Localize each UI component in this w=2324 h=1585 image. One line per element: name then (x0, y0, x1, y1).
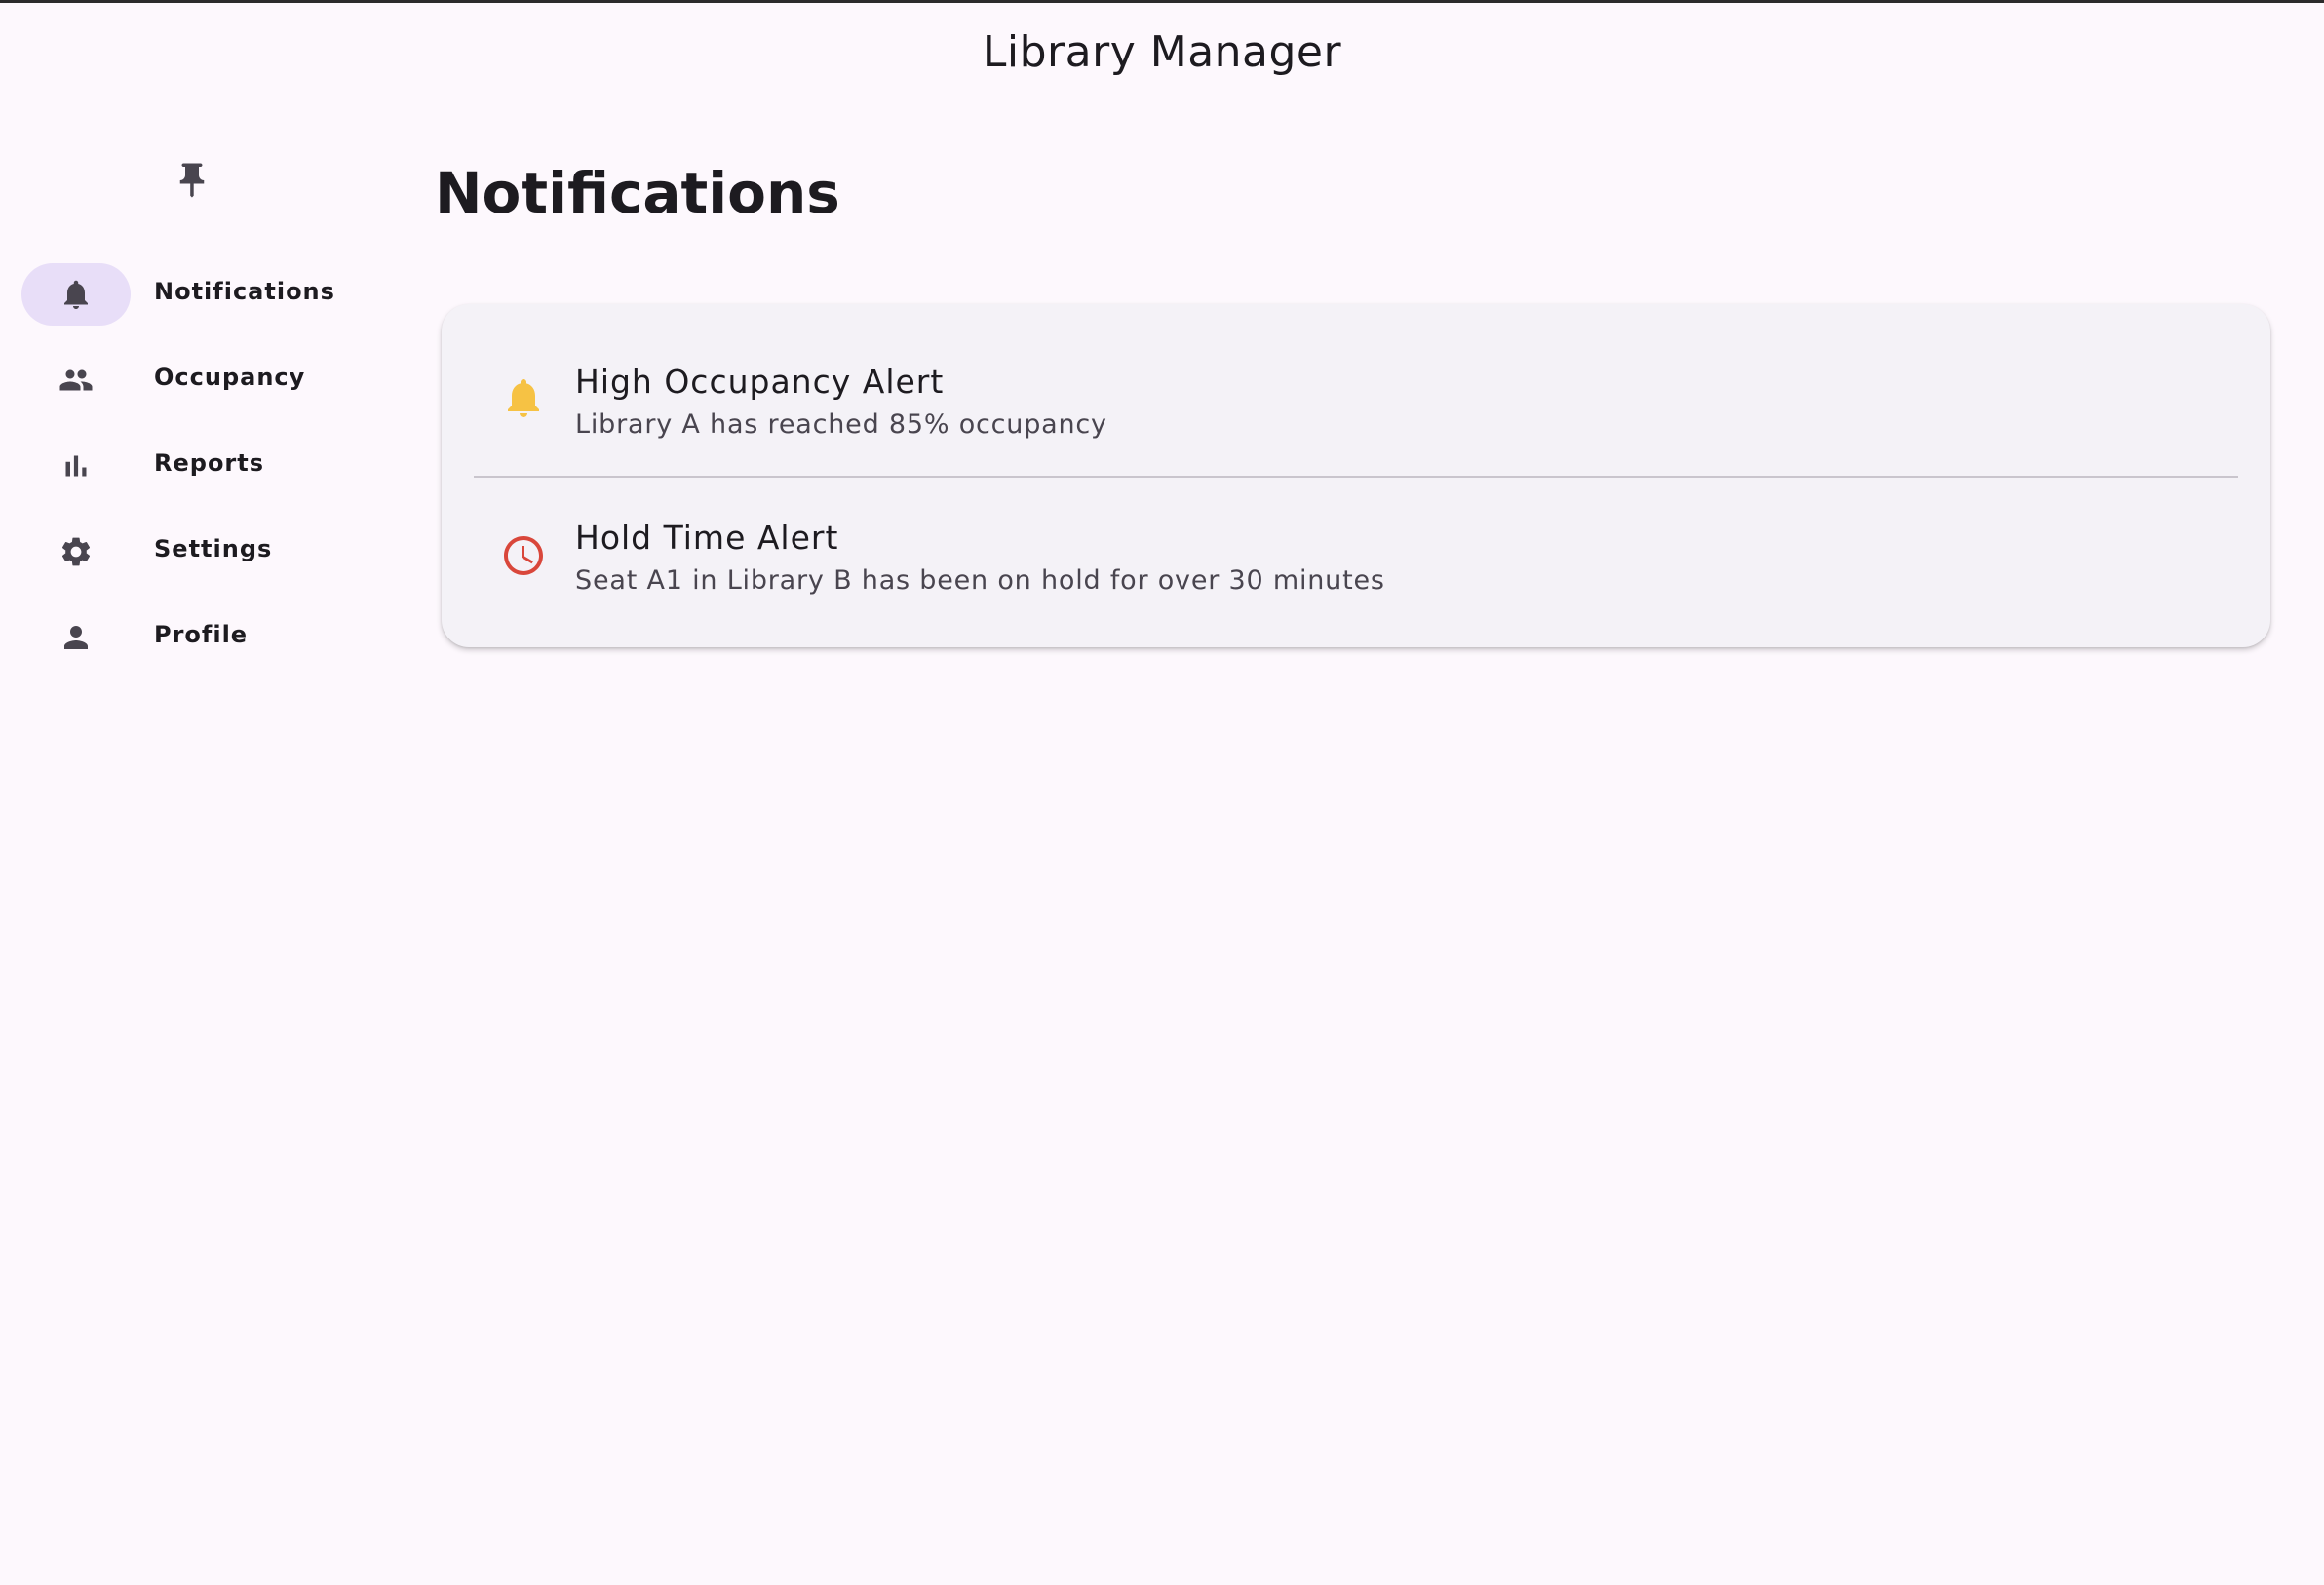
notification-body: Seat A1 in Library B has been on hold fo… (575, 565, 1385, 596)
rail-item-occupancy[interactable]: Occupancy (0, 349, 390, 411)
notification-item[interactable]: Hold Time Alert Seat A1 in Library B has… (442, 478, 2270, 634)
rail-item-label: Settings (154, 535, 273, 562)
rail-item-label: Reports (154, 449, 265, 477)
window-top-edge (0, 0, 2324, 3)
app-title: Library Manager (982, 27, 1342, 77)
rail-item-settings[interactable]: Settings (0, 521, 390, 583)
gear-icon (55, 534, 97, 569)
rail-item-reports[interactable]: Reports (0, 435, 390, 497)
rail-item-profile[interactable]: Profile (0, 606, 390, 669)
notifications-card: High Occupancy Alert Library A has reach… (442, 304, 2270, 647)
people-icon (55, 363, 97, 398)
rail-item-notifications[interactable]: Notifications (0, 263, 390, 326)
bell-icon (55, 277, 97, 312)
rail-item-label: Profile (154, 621, 249, 648)
bar-chart-icon (55, 448, 97, 483)
clock-icon (500, 532, 547, 579)
notification-body: Library A has reached 85% occupancy (575, 409, 1107, 440)
rail-item-label: Occupancy (154, 364, 306, 391)
bell-icon (500, 374, 547, 421)
notification-item[interactable]: High Occupancy Alert Library A has reach… (442, 304, 2270, 460)
rail-item-label: Notifications (154, 278, 335, 305)
person-icon (55, 620, 97, 655)
page-title: Notifications (435, 160, 840, 226)
push-pin-icon[interactable] (172, 160, 213, 201)
notification-title: Hold Time Alert (575, 519, 839, 557)
notification-title: High Occupancy Alert (575, 363, 945, 401)
